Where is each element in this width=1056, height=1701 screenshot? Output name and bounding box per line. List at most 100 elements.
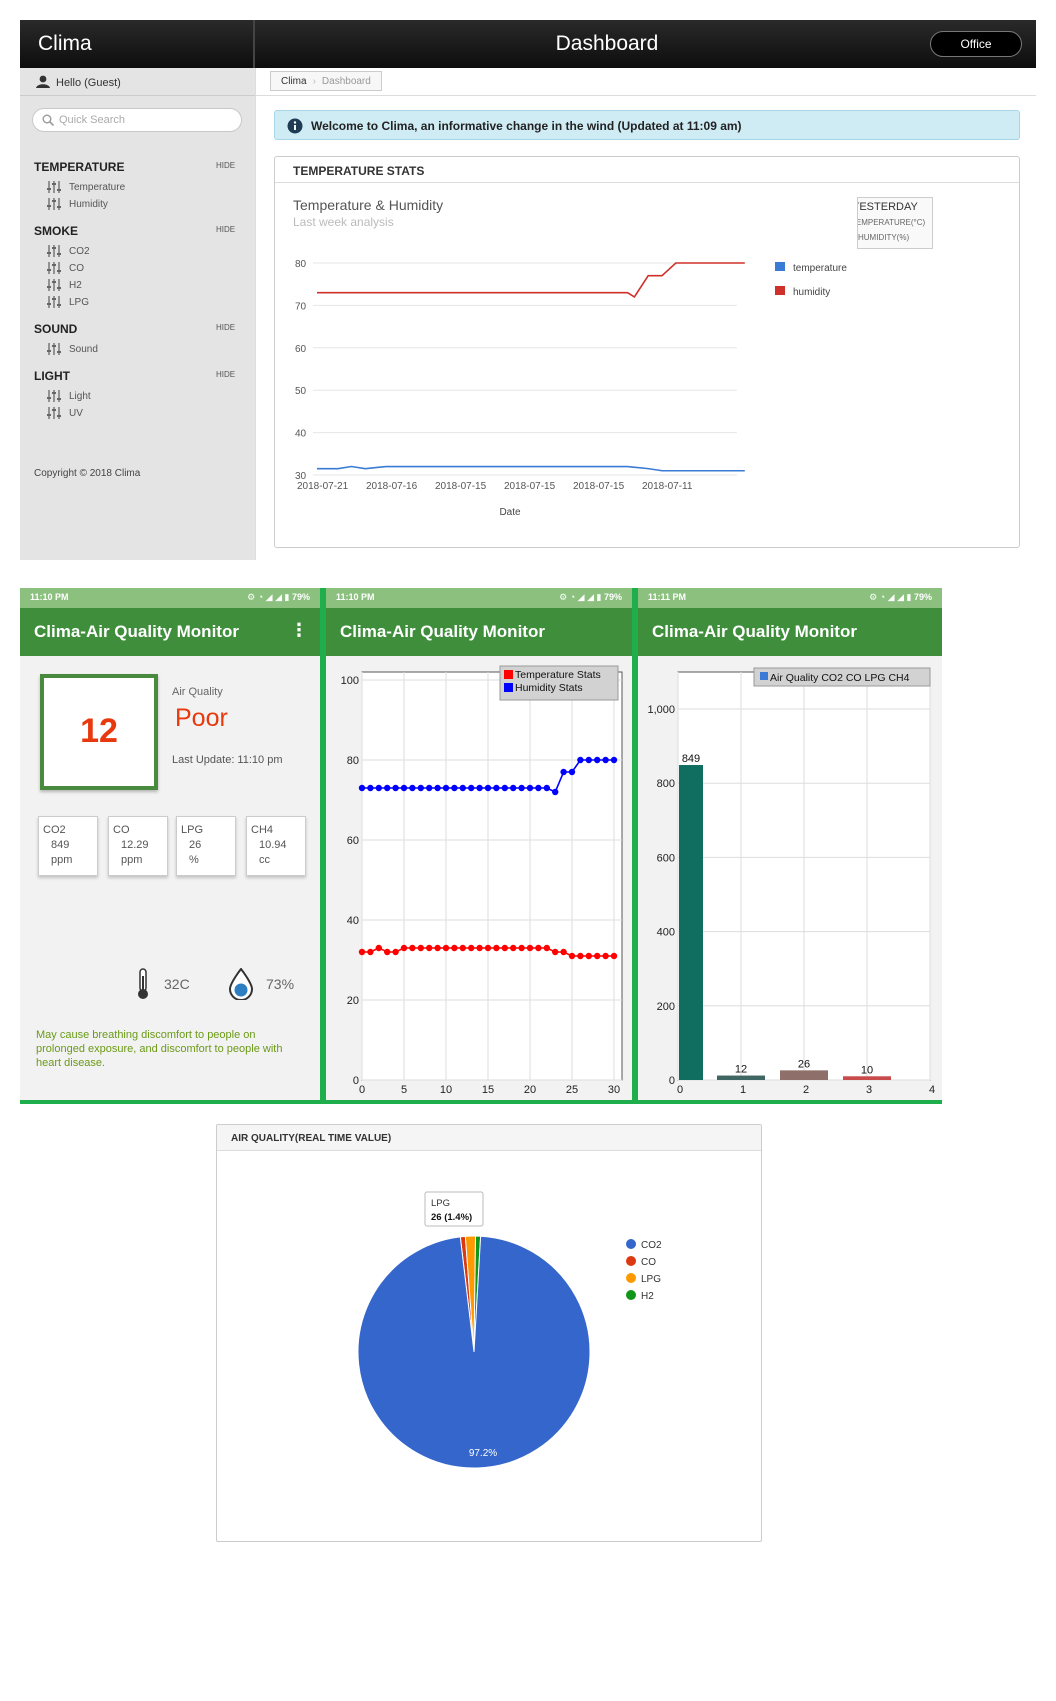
sidebar-item-co2[interactable]: CO2 <box>46 244 90 258</box>
app-title: Clima-Air Quality Monitor <box>34 622 239 641</box>
sliders-icon <box>47 198 61 210</box>
data-point-temperature <box>484 944 492 952</box>
data-point-humidity <box>568 768 576 776</box>
sidebar-section-title: SOUND <box>34 322 78 336</box>
data-point-humidity <box>409 784 416 792</box>
data-point-humidity <box>459 784 466 792</box>
x-tick-label: 2 <box>803 1084 809 1096</box>
sidebar: Hello (Guest) Quick Search TEMPERATURE HI… <box>20 68 255 560</box>
x-tick-label: 25 <box>566 1084 578 1096</box>
gas-card-co[interactable]: CO 12.29 ppm <box>108 816 168 876</box>
sidebar-item-label: Humidity <box>69 198 108 210</box>
y-tick-label: 200 <box>657 1001 675 1013</box>
page-title: Dashboard <box>555 32 659 55</box>
y-tick-label: 40 <box>347 915 359 927</box>
data-point-humidity <box>468 784 475 792</box>
more-menu-icon[interactable]: ⋮ <box>290 620 308 641</box>
legend-label: LPG <box>641 1274 661 1285</box>
tooltip-label: LPG <box>431 1198 450 1209</box>
gas-unit: ppm <box>121 854 143 866</box>
sidebar-item-temperature[interactable]: Temperature <box>46 180 125 194</box>
sidebar-hide-toggle[interactable]: HIDE <box>216 225 235 234</box>
sidebar-item-sound[interactable]: Sound <box>46 342 98 356</box>
breadcrumb-home[interactable]: Clima <box>281 76 307 87</box>
y-tick-label: 100 <box>341 675 359 687</box>
x-tick-label: 20 <box>524 1084 536 1096</box>
data-point-temperature <box>526 944 534 952</box>
data-point-humidity <box>543 784 550 792</box>
plot-area <box>361 671 623 1081</box>
sidebar-hide-toggle[interactable]: HIDE <box>216 323 235 332</box>
greeting-text: Hello (Guest) <box>56 77 121 89</box>
app-bar: Clima-Air Quality Monitor <box>326 608 632 656</box>
data-point-humidity <box>585 756 592 764</box>
welcome-text: Welcome to Clima, an informative change … <box>311 119 742 133</box>
y-tick-label: 800 <box>657 778 675 790</box>
data-point-temperature <box>426 944 433 952</box>
y-tick-label: 60 <box>347 835 359 847</box>
data-point-temperature <box>476 944 483 952</box>
sidebar-item-label: H2 <box>69 279 82 291</box>
user-greeting[interactable]: Hello (Guest) <box>20 68 255 96</box>
data-point-humidity <box>426 784 433 792</box>
x-tick-label: 10 <box>440 1084 452 1096</box>
bar <box>843 1076 891 1080</box>
search-placeholder: Quick Search <box>59 114 126 126</box>
data-point-temperature <box>400 944 408 952</box>
data-point-temperature <box>594 952 601 960</box>
gas-card-ch4[interactable]: CH4 10.94 cc <box>246 816 306 876</box>
data-point-humidity <box>384 784 391 792</box>
stats-scatter-chart: 0 5 10 15 20 25 30 0 20 40 60 80 100 Temperature Stat… <box>341 665 623 1096</box>
top-bar: Clima Dashboard Office <box>20 20 1036 68</box>
bar-value-label: 12 <box>735 1064 747 1076</box>
status-bar: 11:11 PM ⚙ ◔ ◢ ◢ ▮ 79% <box>638 588 942 608</box>
sidebar-hide-toggle[interactable]: HIDE <box>216 161 235 170</box>
sidebar-section-title: SMOKE <box>34 224 79 238</box>
bar <box>679 765 703 1080</box>
pie-section: AIR QUALITY(REAL TIME VALUE) 97.2% LPG 26 … <box>200 1112 762 1542</box>
data-point-humidity <box>392 784 399 792</box>
series-line-temperature <box>317 262 745 299</box>
data-point-temperature <box>552 948 559 956</box>
gas-name: LPG <box>181 824 204 836</box>
app-title: Clima-Air Quality Monitor <box>340 622 545 641</box>
status-time: 11:11 PM <box>648 592 687 602</box>
data-point-humidity <box>417 784 424 792</box>
sidebar-item-uv[interactable]: UV <box>46 406 83 420</box>
sidebar-hide-toggle[interactable]: HIDE <box>216 370 235 379</box>
gas-name: CO2 <box>43 824 66 836</box>
x-tick-label: 5 <box>401 1084 407 1096</box>
legend-swatch <box>504 670 513 679</box>
data-point-humidity <box>526 784 534 792</box>
x-tick-label: 2018-07-21 <box>297 481 349 492</box>
aq-label: Air Quality <box>172 686 223 698</box>
legend-dot <box>626 1273 636 1283</box>
gas-card-lpg[interactable]: LPG 26 % <box>176 816 236 876</box>
x-tick-label: 2018-07-15 <box>573 481 625 492</box>
brand-logo[interactable]: Clima <box>20 20 255 68</box>
phone-stats-chart: 11:10 PM ⚙ ◔ ◢ ◢ ▮ 79% Clima-Air Quality… <box>326 588 632 1100</box>
bar-value-label: 26 <box>798 1058 810 1070</box>
app-title: Clima-Air Quality Monitor <box>652 622 857 641</box>
gas-card-co2[interactable]: CO2 849 ppm <box>38 816 98 876</box>
data-point-humidity <box>493 784 500 792</box>
sidebar-item-label: LPG <box>69 296 90 308</box>
sidebar-item-label: CO2 <box>69 245 90 257</box>
y-tick-label: 50 <box>295 386 307 397</box>
x-tick-label: 1 <box>740 1084 746 1096</box>
status-time: 11:10 PM <box>30 592 69 602</box>
sidebar-item-light[interactable]: Light <box>46 389 91 403</box>
sidebar-section-title: TEMPERATURE <box>34 160 125 174</box>
sidebar-item-lpg[interactable]: LPG <box>46 295 89 309</box>
office-button[interactable]: Office <box>930 31 1022 57</box>
data-point-humidity <box>602 756 609 764</box>
sidebar-item-h2[interactable]: H2 <box>46 278 82 292</box>
sidebar-item-label: Light <box>69 390 91 402</box>
legend-swatch <box>775 286 785 295</box>
gas-value: 849 <box>51 839 70 851</box>
data-point-temperature <box>384 948 391 956</box>
sidebar-item-co[interactable]: CO <box>46 261 84 275</box>
sidebar-item-humidity[interactable]: Humidity <box>46 197 108 211</box>
quick-search-input[interactable]: Quick Search <box>32 108 242 132</box>
y-tick-label: 70 <box>295 301 307 312</box>
